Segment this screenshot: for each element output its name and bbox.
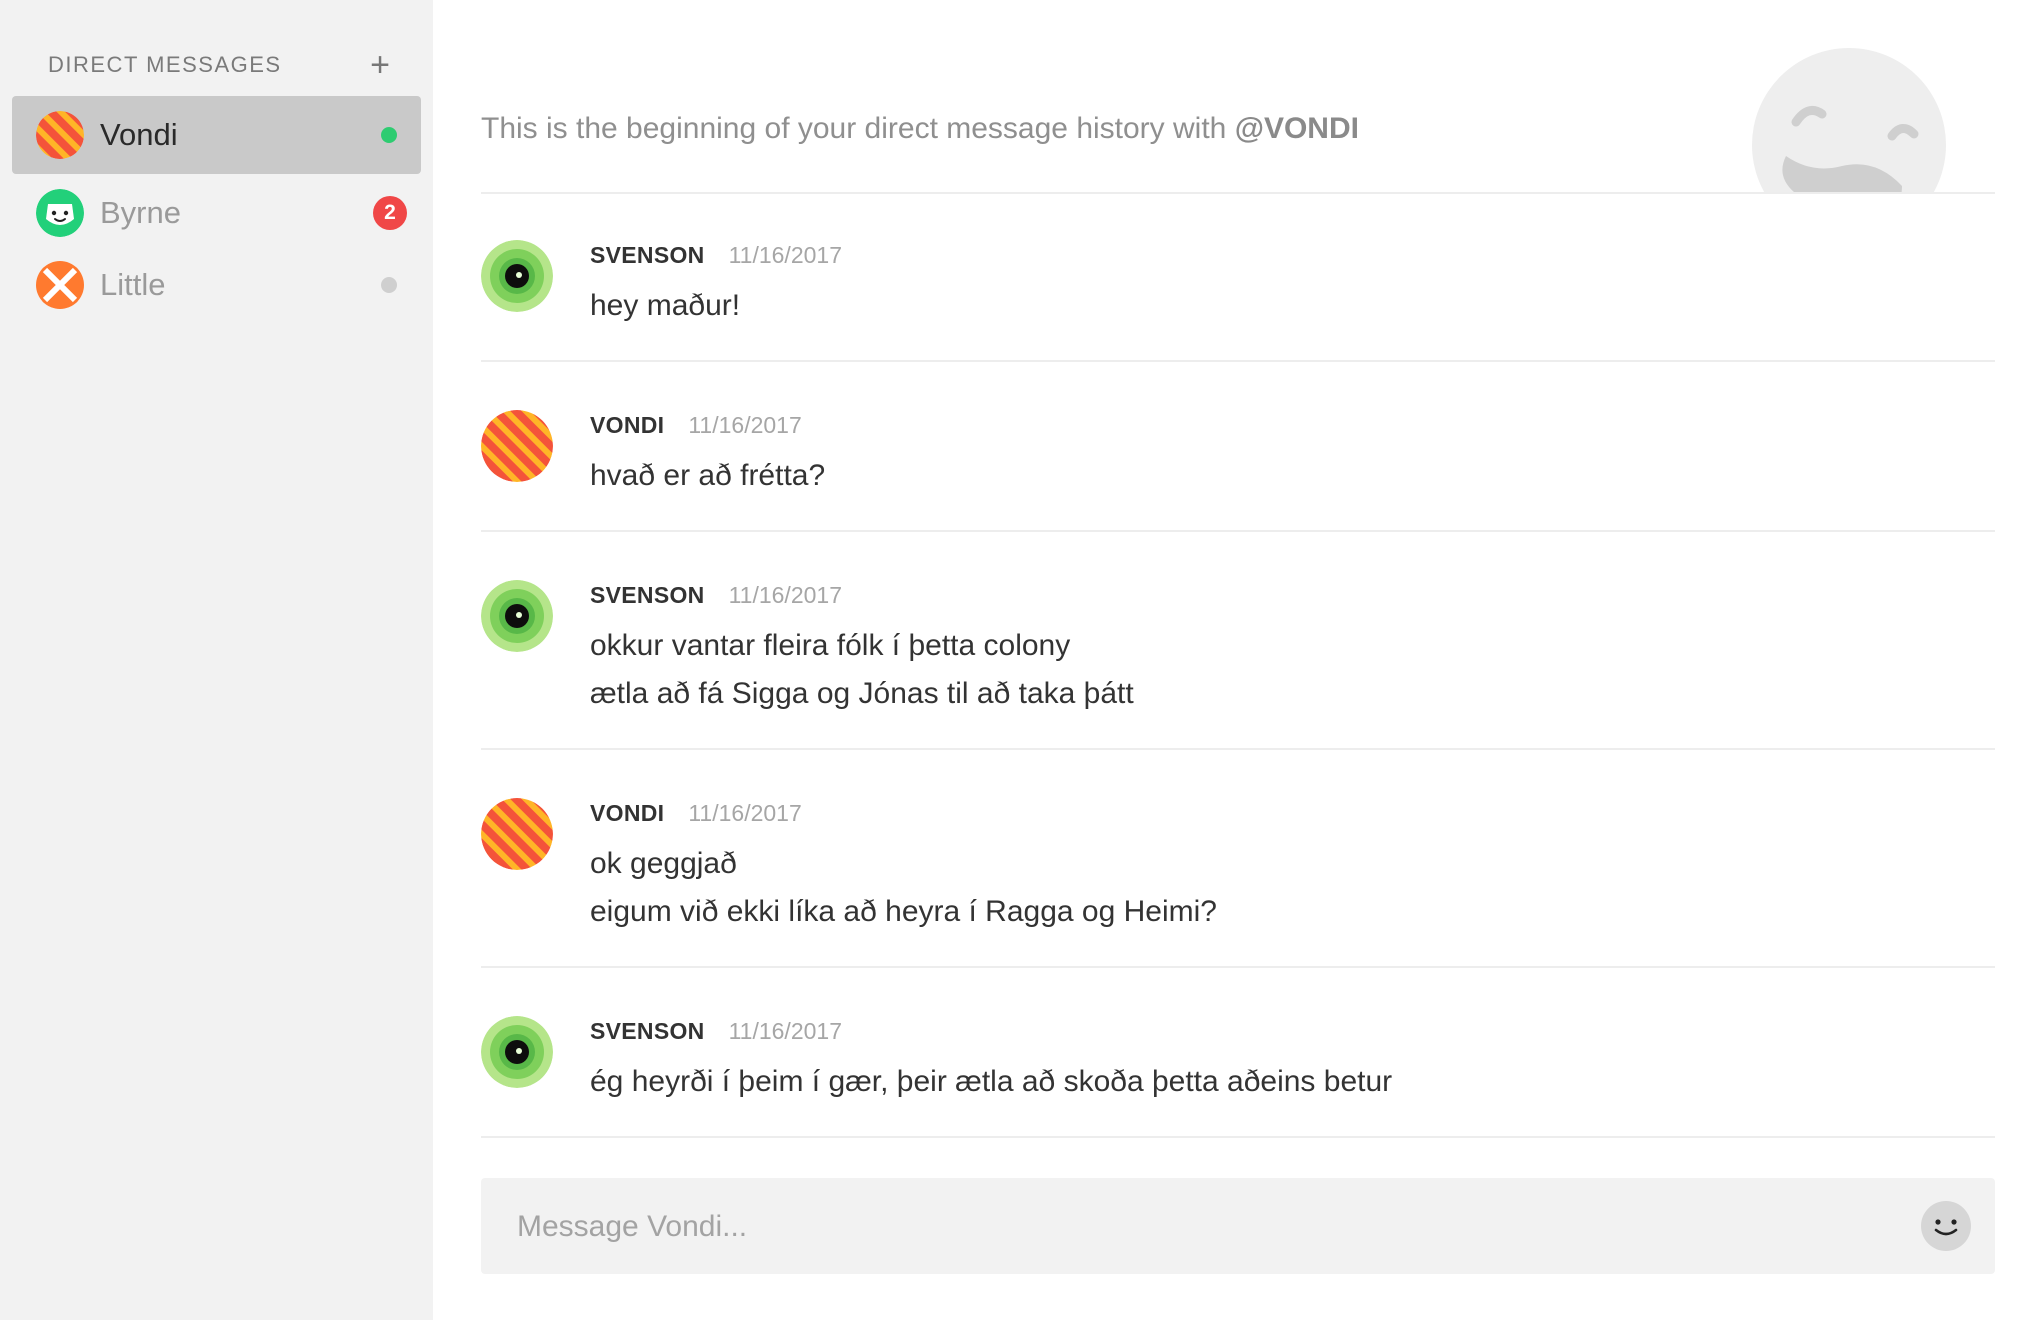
- message-timestamp: 11/16/2017: [688, 800, 802, 826]
- message-header: SVENSON 11/16/2017: [590, 1018, 1995, 1050]
- message-list: SVENSON 11/16/2017 hey maður! VONDI 11/1…: [481, 192, 1995, 1138]
- conversation-item-vondi[interactable]: Vondi: [12, 96, 421, 174]
- conversation-item-byrne[interactable]: Byrne 2: [12, 174, 421, 252]
- message-author[interactable]: SVENSON: [590, 1018, 705, 1045]
- message-body: hvað er að frétta?: [590, 452, 1995, 500]
- message-author[interactable]: SVENSON: [590, 242, 705, 269]
- orange-x-avatar: [36, 261, 84, 309]
- conversation-name: Vondi: [100, 117, 178, 152]
- message-header: SVENSON 11/16/2017: [590, 582, 1995, 614]
- sidebar: DIRECT MESSAGES + Vondi Byrne 2 Little: [0, 0, 433, 1320]
- message-input[interactable]: [515, 1178, 1899, 1276]
- message-item: SVENSON 11/16/2017 ég heyrði í þeim í gæ…: [481, 968, 1995, 1138]
- message-author[interactable]: SVENSON: [590, 582, 705, 609]
- plus-icon[interactable]: +: [363, 48, 397, 82]
- green-eye-avatar: [481, 240, 553, 312]
- message-body: ok geggjað eigum við ekki líka að heyra …: [590, 840, 1995, 936]
- message-text: ég heyrði í þeim í gær, þeir ætla að sko…: [590, 1065, 1393, 1098]
- message-item: SVENSON 11/16/2017 hey maður!: [481, 192, 1995, 362]
- message-author[interactable]: VONDI: [590, 800, 664, 827]
- message-timestamp: 11/16/2017: [728, 242, 842, 268]
- message-header: VONDI 11/16/2017: [590, 800, 1995, 832]
- message-item: SVENSON 11/16/2017 okkur vantar fleira f…: [481, 532, 1995, 750]
- message-body: hey maður!: [590, 282, 1995, 330]
- message-text: hey maður!: [590, 289, 741, 322]
- message-body: okkur vantar fleira fólk í þetta colony …: [590, 622, 1995, 718]
- message-header: VONDI 11/16/2017: [590, 412, 1995, 444]
- message-text: hvað er að frétta?: [590, 459, 826, 492]
- chat-intro: This is the beginning of your direct mes…: [481, 0, 1995, 194]
- direct-messages-header: DIRECT MESSAGES +: [48, 48, 397, 82]
- intro-prefix: This is the beginning of your direct mes…: [481, 112, 1235, 145]
- smiley-icon[interactable]: [1921, 1201, 1971, 1251]
- message-text: eigum við ekki líka að heyra í Ragga og …: [590, 895, 1217, 928]
- striped-orange-avatar: [36, 111, 84, 159]
- message-item: VONDI 11/16/2017 ok geggjað eigum við ek…: [481, 750, 1995, 968]
- message-body: ég heyrði í þeim í gær, þeir ætla að sko…: [590, 1058, 1995, 1106]
- winking-face-icon: [1752, 48, 1946, 192]
- green-eye-avatar: [481, 1016, 553, 1088]
- conversation-name: Little: [100, 267, 166, 302]
- offline-status-dot: [381, 277, 397, 293]
- intro-username: @VONDI: [1234, 112, 1359, 145]
- chat-panel: This is the beginning of your direct mes…: [433, 0, 2040, 1320]
- striped-orange-avatar: [481, 798, 553, 870]
- message-author[interactable]: VONDI: [590, 412, 664, 439]
- unread-badge: 2: [373, 196, 407, 230]
- message-timestamp: 11/16/2017: [728, 1018, 842, 1044]
- online-status-dot: [381, 127, 397, 143]
- green-smiley-avatar: [36, 189, 84, 237]
- chat-intro-text: This is the beginning of your direct mes…: [481, 112, 1359, 146]
- message-timestamp: 11/16/2017: [728, 582, 842, 608]
- message-composer: [481, 1178, 1995, 1276]
- message-text: ok geggjað: [590, 847, 737, 880]
- message-text: ætla að fá Sigga og Jónas til að taka þá…: [590, 677, 1134, 710]
- message-timestamp: 11/16/2017: [688, 412, 802, 438]
- striped-orange-avatar: [481, 410, 553, 482]
- conversation-name: Byrne: [100, 195, 181, 230]
- conversation-item-little[interactable]: Little: [12, 246, 421, 324]
- direct-messages-title: DIRECT MESSAGES: [48, 52, 282, 77]
- green-eye-avatar: [481, 580, 553, 652]
- message-header: SVENSON 11/16/2017: [590, 242, 1995, 274]
- message-text: okkur vantar fleira fólk í þetta colony: [590, 629, 1071, 662]
- message-item: VONDI 11/16/2017 hvað er að frétta?: [481, 362, 1995, 532]
- conversation-list: Vondi Byrne 2 Little: [12, 96, 421, 318]
